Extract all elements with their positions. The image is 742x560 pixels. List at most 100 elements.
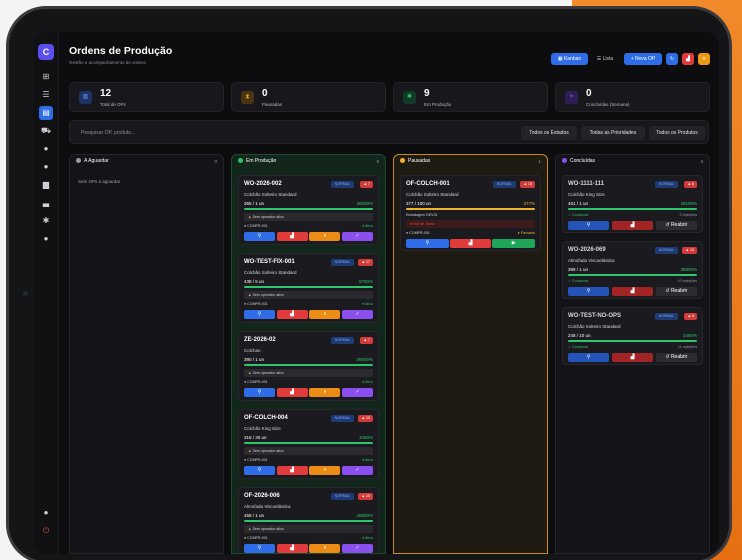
details-button[interactable]: ⚲	[244, 466, 275, 475]
gear-icon[interactable]: ✱	[39, 214, 53, 228]
card-actions: ⚲ ▟ ⏸ ✓	[244, 544, 373, 553]
status-label: ✓ Concluída	[568, 213, 589, 217]
pause-button[interactable]: ⏸	[309, 310, 341, 319]
report-button[interactable]: ▟	[449, 239, 492, 248]
product-filter[interactable]: Todos os Produtos	[649, 126, 705, 140]
priority-filter[interactable]: Todas as Prioridades	[581, 126, 645, 140]
order-id: WO-2026-002	[244, 181, 282, 187]
progress-percent: 36500%	[356, 201, 373, 206]
box-icon[interactable]: ●	[39, 160, 53, 174]
status-label: ● Ativo	[362, 224, 373, 228]
product-name: Colchão King Size	[244, 426, 281, 431]
pause-button[interactable]: ⏸	[309, 388, 341, 397]
logout-icon[interactable]: ⏻	[39, 524, 53, 538]
orders-icon[interactable]: ▤	[39, 106, 53, 120]
card-actions: ⚲ ▟ ⏸ ✓	[244, 310, 373, 319]
resume-button[interactable]: ▶	[492, 239, 535, 248]
chart-icon[interactable]: ▃	[39, 196, 53, 210]
state-filter[interactable]: Todos os Estados	[521, 126, 577, 140]
list-view-button[interactable]: ☰ Lista	[591, 53, 619, 65]
priority-badge: NORMAL	[330, 181, 354, 188]
card-actions: ⚲ ▟ ↺ Reabrir	[568, 221, 697, 230]
card-note: Embalagem DEV01	[406, 213, 438, 217]
quantity: 377 / 100 un	[406, 201, 432, 206]
pause-button[interactable]: ⏸	[309, 232, 341, 241]
complete-button[interactable]: ✓	[342, 466, 373, 475]
warning-banner: ▲ Sem operador ativo	[244, 525, 373, 533]
risk-badge: ▲ 6	[684, 181, 697, 188]
status-dot	[238, 158, 243, 163]
report-button[interactable]: ▟	[276, 466, 308, 475]
trophy-icon: ✧	[565, 91, 578, 104]
order-card[interactable]: WO-2026-002 NORMAL ▲ 7 Colchão Solteiro …	[238, 175, 379, 245]
order-card-paused[interactable]: OF-COLCH-001 NORMAL ▲ 15 Colchão Solteir…	[400, 175, 541, 251]
pause-reason: ● Fim de Turno	[406, 220, 535, 228]
complete-button[interactable]: ✓	[342, 544, 373, 553]
truck-icon[interactable]: ⛟	[39, 124, 53, 138]
complete-button[interactable]: ✓	[342, 232, 373, 241]
product-name: Colchão Solteiro Standard	[244, 270, 297, 275]
report-button[interactable]: ▟	[611, 287, 654, 296]
empty-message: Sem OPs a aguardar	[78, 179, 121, 184]
sun-icon[interactable]: ☀	[698, 53, 710, 65]
order-card[interactable]: ZE-2026-02 NORMAL ▲ 7 Colchao 390 / 1 un…	[238, 331, 379, 401]
quantity: 458 / 1 un	[244, 513, 265, 518]
risk-badge: ▲ 7	[360, 337, 373, 344]
order-card[interactable]: WO-TEST-FIX-001 NORMAL ▲ 17 Colchão Solt…	[238, 253, 379, 323]
details-button[interactable]: ⚲	[244, 544, 275, 553]
complete-button[interactable]: ✓	[342, 388, 373, 397]
report-button[interactable]: ▟	[276, 310, 308, 319]
order-id: OF-COLCH-004	[244, 415, 288, 421]
details-button[interactable]: ⚲	[244, 232, 275, 241]
operator: ● COMPR-001	[244, 380, 268, 384]
grid-icon[interactable]: ⊞	[39, 70, 53, 84]
progress-percent: 45800%	[356, 513, 373, 518]
details-button[interactable]: ⚲	[244, 310, 275, 319]
details-button[interactable]: ⚲	[568, 221, 610, 230]
report-button[interactable]: ▟	[276, 544, 308, 553]
details-button[interactable]: ⚲	[244, 388, 275, 397]
warning-icon: ▲	[248, 371, 252, 375]
progress-percent: 39900%	[680, 267, 697, 272]
report-button[interactable]: ▟	[611, 221, 654, 230]
reopen-button[interactable]: ↺ Reabrir	[655, 353, 697, 362]
search-input[interactable]: Pesquisar OP, produto...	[76, 126, 516, 140]
stat-value: 9	[424, 88, 430, 99]
pause-button[interactable]: ⏸	[309, 544, 341, 553]
report-button[interactable]: ▟	[276, 232, 308, 241]
report-button[interactable]: ▟	[276, 388, 308, 397]
status-label: ● Ativo	[362, 380, 373, 384]
complete-button[interactable]: ✓	[342, 310, 373, 319]
details-button[interactable]: ⚲	[568, 287, 610, 296]
order-id: WO-TEST-FIX-001	[244, 259, 295, 265]
order-card[interactable]: OF-COLCH-004 NORMAL ▲ 15 Colchão King Si…	[238, 409, 379, 479]
order-card[interactable]: OF-2026-006 NORMAL ▲ 15 Almofada Viscoel…	[238, 487, 379, 553]
card-actions: ⚲ ▟ ▶	[406, 239, 535, 248]
kanban-view-button[interactable]: ▦ Kanban	[551, 53, 588, 65]
reopen-button[interactable]: ↺ Reabrir	[655, 221, 697, 230]
column-count: 1	[538, 159, 541, 164]
user-icon[interactable]: ●	[39, 506, 53, 520]
new-order-button[interactable]: + Nova OP	[624, 53, 662, 65]
app-logo[interactable]: C	[38, 44, 54, 60]
details-button[interactable]: ⚲	[568, 353, 610, 362]
order-card-completed[interactable]: WO-2026-069 NORMAL ▲ 10 Almofada Viscoel…	[562, 241, 703, 299]
status-dot	[562, 158, 567, 163]
pause-button[interactable]: ⏸	[309, 466, 341, 475]
stat-total: ▥ 12 Total de OPs	[69, 82, 224, 112]
operator: ● COMPR-001	[244, 536, 268, 540]
priority-badge: NORMAL	[492, 181, 516, 188]
document-icon[interactable]: ▆	[39, 178, 53, 192]
refresh-icon[interactable]: ↻	[666, 53, 678, 65]
details-button[interactable]: ⚲	[406, 239, 449, 248]
list-icon[interactable]: ☰	[39, 88, 53, 102]
check-icon[interactable]: ●	[39, 142, 53, 156]
column-count: 3	[700, 159, 703, 164]
chart-icon[interactable]: ▟	[682, 53, 694, 65]
reopen-button[interactable]: ↺ Reabrir	[655, 287, 697, 296]
priority-badge: NORMAL	[330, 493, 354, 500]
order-card-completed[interactable]: WO-1111-111 NORMAL ▲ 6 Colchão King Size…	[562, 175, 703, 233]
report-button[interactable]: ▟	[611, 353, 654, 362]
info-icon[interactable]: ●	[39, 232, 53, 246]
order-card-completed[interactable]: WO-TEST-NO-OPS NORMAL ▲ 6 Colchão Soltei…	[562, 307, 703, 365]
